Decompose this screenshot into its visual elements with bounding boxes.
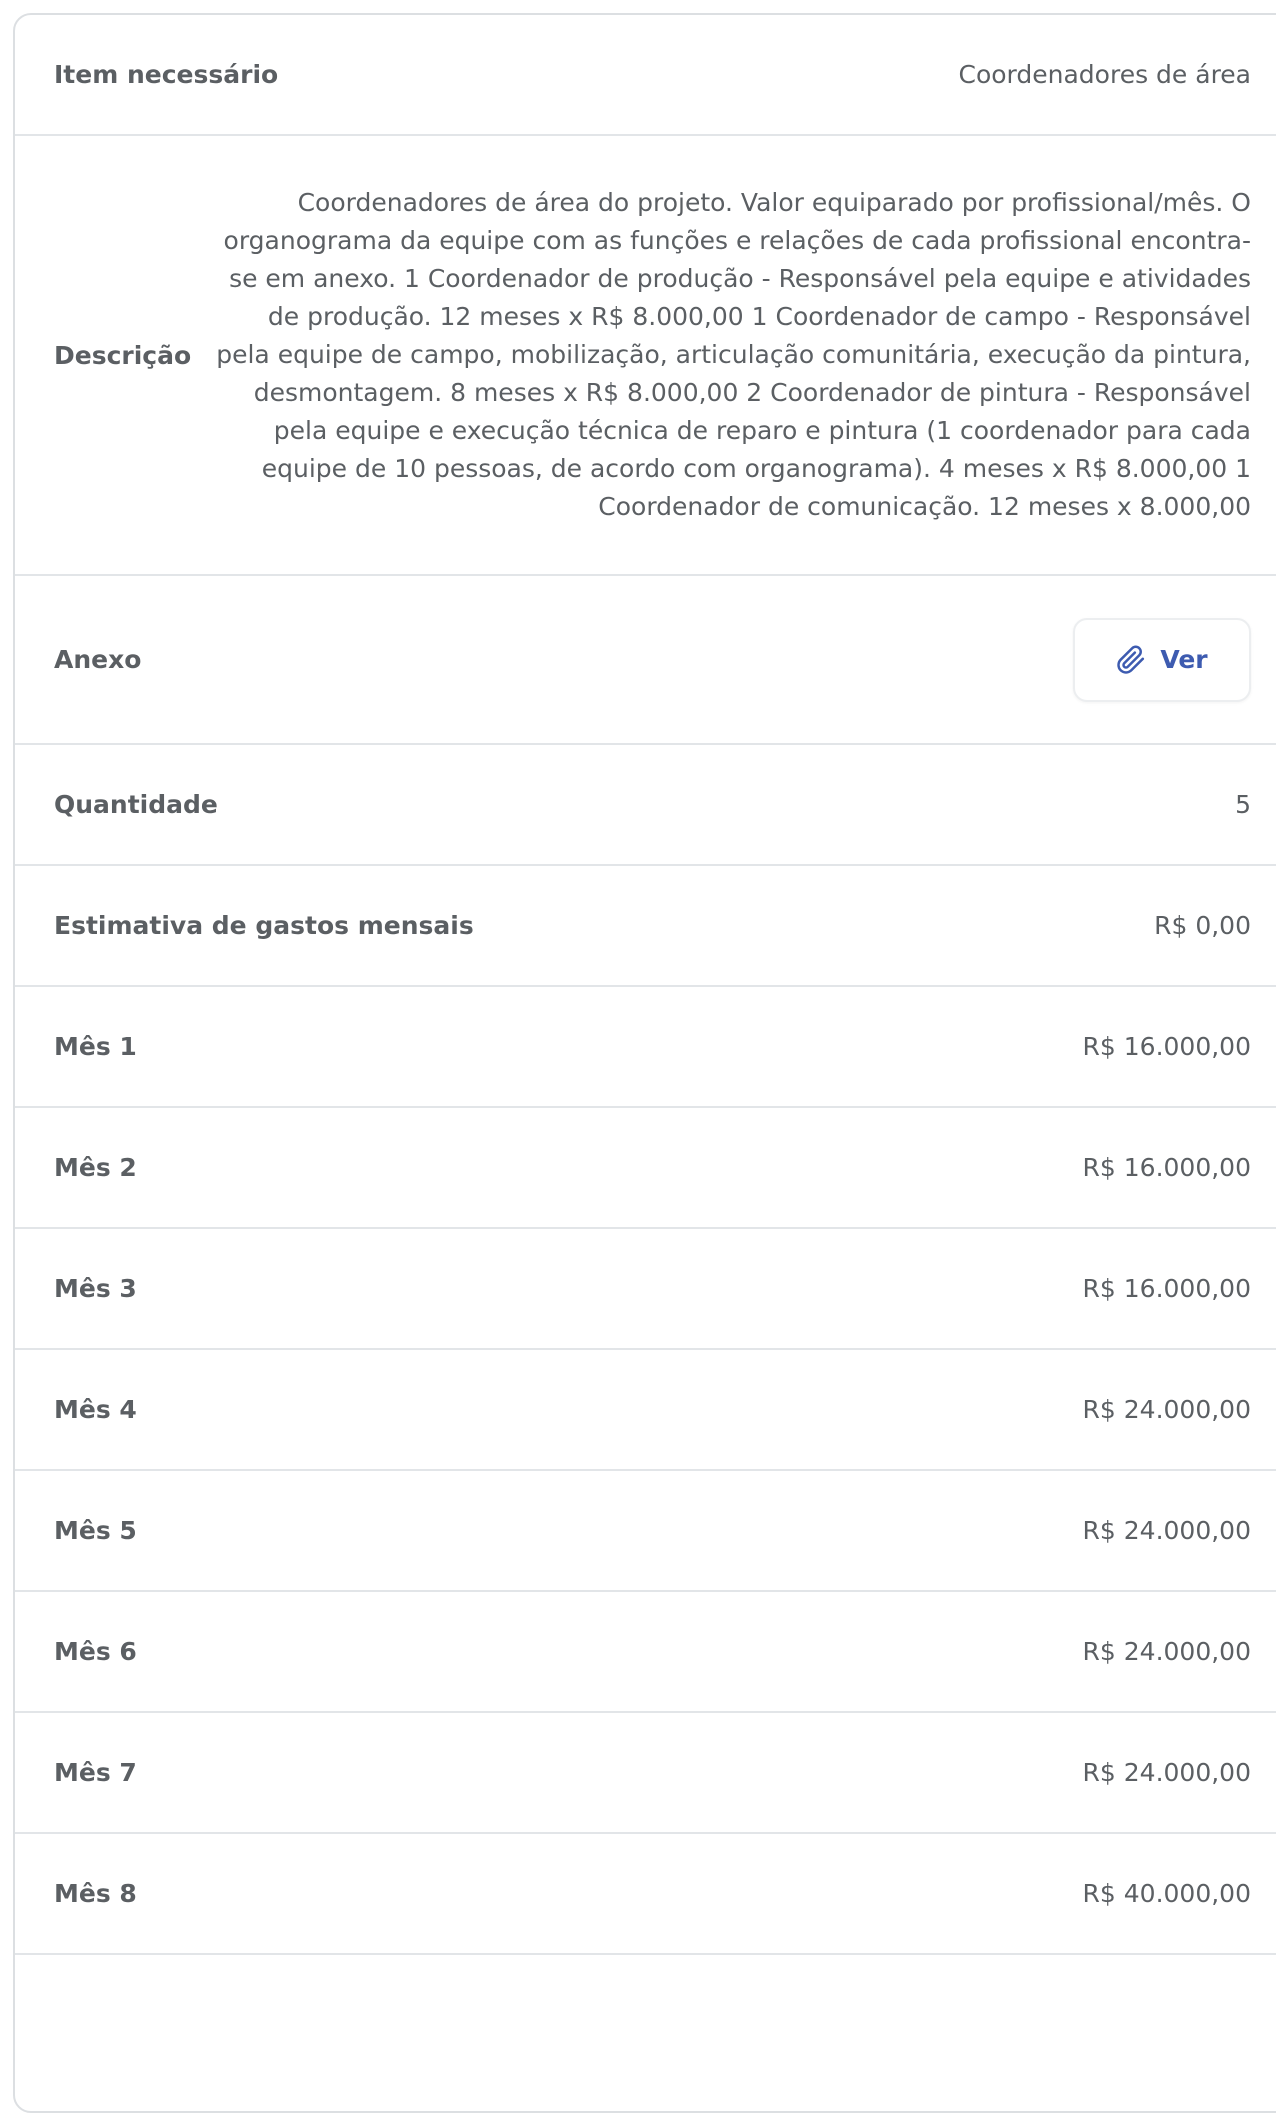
description-label: Descrição (54, 340, 192, 370)
month-value: R$ 16.000,00 (1082, 1274, 1251, 1303)
row-month-4: Mês 4 R$ 24.000,00 (15, 1350, 1276, 1471)
month-value: R$ 40.000,00 (1082, 1879, 1251, 1908)
item-details-card: Item necessário Coordenadores de área De… (13, 13, 1276, 2113)
month-label: Mês 1 (54, 1032, 137, 1061)
description-value: Coordenadores de área do projeto. Valor … (216, 188, 1251, 521)
row-month-7: Mês 7 R$ 24.000,00 (15, 1713, 1276, 1834)
row-month-1: Mês 1 R$ 16.000,00 (15, 987, 1276, 1108)
view-attachment-button[interactable]: Ver (1073, 617, 1251, 702)
month-label: Mês 6 (54, 1637, 137, 1666)
row-month-2: Mês 2 R$ 16.000,00 (15, 1108, 1276, 1229)
monthly-estimate-value: R$ 0,00 (1154, 911, 1251, 940)
details-list: Item necessário Coordenadores de área De… (15, 15, 1276, 1955)
row-monthly-estimate: Estimativa de gastos mensais R$ 0,00 (15, 866, 1276, 987)
quantity-value: 5 (1235, 790, 1251, 819)
monthly-estimate-label: Estimativa de gastos mensais (54, 911, 474, 940)
paperclip-icon (1116, 645, 1146, 675)
row-quantity: Quantidade 5 (15, 745, 1276, 866)
month-label: Mês 7 (54, 1758, 137, 1787)
month-value: R$ 24.000,00 (1082, 1758, 1251, 1787)
month-label: Mês 8 (54, 1879, 137, 1908)
item-value: Coordenadores de área (958, 60, 1252, 89)
row-attachment: Anexo Ver (15, 576, 1276, 745)
row-month-6: Mês 6 R$ 24.000,00 (15, 1592, 1276, 1713)
view-button-label: Ver (1160, 645, 1208, 674)
row-month-5: Mês 5 R$ 24.000,00 (15, 1471, 1276, 1592)
row-month-3: Mês 3 R$ 16.000,00 (15, 1229, 1276, 1350)
month-value: R$ 24.000,00 (1082, 1516, 1251, 1545)
month-value: R$ 24.000,00 (1082, 1637, 1251, 1666)
month-label: Mês 3 (54, 1274, 137, 1303)
item-label: Item necessário (54, 60, 279, 89)
month-label: Mês 2 (54, 1153, 137, 1182)
attachment-label: Anexo (54, 645, 142, 674)
quantity-label: Quantidade (54, 790, 218, 819)
month-value: R$ 16.000,00 (1082, 1153, 1251, 1182)
row-month-8: Mês 8 R$ 40.000,00 (15, 1834, 1276, 1955)
row-description: Descrição Coordenadores de área do proje… (15, 136, 1276, 576)
month-value: R$ 16.000,00 (1082, 1032, 1251, 1061)
month-label: Mês 5 (54, 1516, 137, 1545)
row-item: Item necessário Coordenadores de área (15, 15, 1276, 136)
month-label: Mês 4 (54, 1395, 137, 1424)
month-value: R$ 24.000,00 (1082, 1395, 1251, 1424)
